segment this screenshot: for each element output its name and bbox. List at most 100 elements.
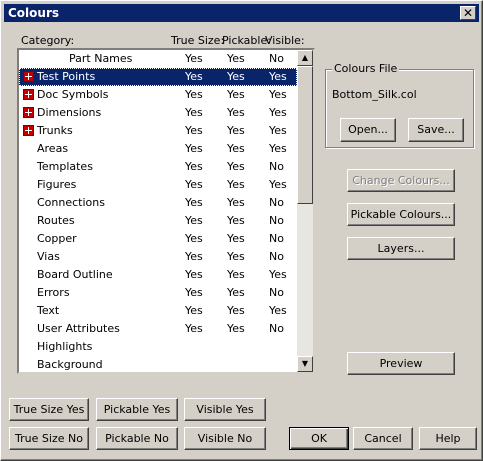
close-button[interactable]: ✕ xyxy=(460,6,476,20)
item-pickable: Yes xyxy=(227,160,245,173)
list-item[interactable]: Figures Yes Yes Yes xyxy=(19,176,297,194)
list-item[interactable]: Vias Yes Yes No xyxy=(19,248,297,266)
pickable-colours-button[interactable]: Pickable Colours... xyxy=(347,203,455,226)
item-visible: Yes xyxy=(269,178,287,191)
help-button[interactable]: Help xyxy=(419,427,477,450)
item-name: Trunks xyxy=(37,124,73,137)
list-item[interactable]: Part Names Yes Yes No xyxy=(19,50,297,68)
visible-no-label: Visible No xyxy=(197,432,253,445)
item-true-size: Yes xyxy=(185,124,203,137)
item-true-size: Yes xyxy=(185,196,203,209)
expand-plus-icon[interactable] xyxy=(23,89,34,100)
item-pickable: Yes xyxy=(227,52,245,65)
open-button[interactable]: Open... xyxy=(340,118,396,142)
close-icon: ✕ xyxy=(462,6,474,20)
item-true-size: Yes xyxy=(185,232,203,245)
list-item[interactable]: Copper Yes Yes No xyxy=(19,230,297,248)
preview-button[interactable]: Preview xyxy=(347,352,455,375)
item-name: Board Outline xyxy=(37,268,113,281)
pickable-no-button[interactable]: Pickable No xyxy=(96,427,178,450)
item-pickable: Yes xyxy=(227,196,245,209)
save-button[interactable]: Save... xyxy=(408,118,464,142)
scroll-down-arrow-icon[interactable]: ▼ xyxy=(297,356,313,372)
list-item[interactable]: Background xyxy=(19,356,297,372)
ok-button[interactable]: OK xyxy=(289,427,349,450)
category-header: Category: xyxy=(21,34,75,47)
list-item[interactable]: Connections Yes Yes No xyxy=(19,194,297,212)
list-item[interactable]: Dimensions Yes Yes Yes xyxy=(19,104,297,122)
expand-plus-icon[interactable] xyxy=(23,71,34,82)
list-item[interactable]: Highlights xyxy=(19,338,297,356)
item-name: Text xyxy=(37,304,60,317)
true-size-no-button[interactable]: True Size No xyxy=(9,427,89,450)
item-pickable: Yes xyxy=(227,142,245,155)
open-button-label: Open... xyxy=(348,123,388,136)
list-item[interactable]: User Attributes Yes Yes No xyxy=(19,320,297,338)
item-visible: No xyxy=(269,322,284,335)
item-true-size: Yes xyxy=(185,160,203,173)
help-label: Help xyxy=(435,432,461,445)
item-true-size: Yes xyxy=(185,70,203,83)
item-visible: No xyxy=(269,214,284,227)
true-size-header: True Size: xyxy=(171,34,225,47)
item-visible: No xyxy=(269,250,284,263)
pickable-yes-label: Pickable Yes xyxy=(103,403,171,416)
visible-yes-label: Visible Yes xyxy=(196,403,254,416)
category-list[interactable]: Part Names Yes Yes No Test Points Yes Yes Yes Do… xyxy=(17,48,315,374)
colours-filename: Bottom_Silk.col xyxy=(332,88,417,101)
list-item[interactable]: Text Yes Yes Yes xyxy=(19,302,297,320)
list-item[interactable]: Doc Symbols Yes Yes Yes xyxy=(19,86,297,104)
item-pickable: Yes xyxy=(227,232,245,245)
list-item[interactable]: Routes Yes Yes No xyxy=(19,212,297,230)
item-name: Templates xyxy=(37,160,93,173)
item-pickable: Yes xyxy=(227,286,245,299)
title-bar: Colours ✕ xyxy=(4,4,479,22)
ok-label: OK xyxy=(311,432,327,445)
scroll-up-arrow-icon[interactable]: ▲ xyxy=(297,50,313,66)
item-name: Test Points xyxy=(37,70,96,83)
cancel-button[interactable]: Cancel xyxy=(353,427,413,450)
item-true-size: Yes xyxy=(185,214,203,227)
item-visible: Yes xyxy=(269,70,287,83)
item-name: Doc Symbols xyxy=(37,88,109,101)
item-name: Part Names xyxy=(69,52,133,65)
pickable-colours-label: Pickable Colours... xyxy=(350,208,452,221)
cancel-label: Cancel xyxy=(364,432,402,445)
item-true-size: Yes xyxy=(185,322,203,335)
change-colours-button[interactable]: Change Colours... xyxy=(347,169,455,192)
item-true-size: Yes xyxy=(185,106,203,119)
item-true-size: Yes xyxy=(185,142,203,155)
item-name: Routes xyxy=(37,214,75,227)
visible-no-button[interactable]: Visible No xyxy=(184,427,266,450)
list-item[interactable]: Board Outline Yes Yes Yes xyxy=(19,266,297,284)
scroll-thumb[interactable] xyxy=(297,66,313,204)
item-visible: Yes xyxy=(269,88,287,101)
item-name: Errors xyxy=(37,286,70,299)
list-item[interactable]: Test Points Yes Yes Yes xyxy=(19,68,297,86)
item-name: Vias xyxy=(37,250,60,263)
window-title: Colours xyxy=(8,6,60,20)
list-item[interactable]: Templates Yes Yes No xyxy=(19,158,297,176)
item-pickable: Yes xyxy=(227,214,245,227)
list-item[interactable]: Areas Yes Yes Yes xyxy=(19,140,297,158)
true-size-yes-button[interactable]: True Size Yes xyxy=(9,398,89,421)
item-pickable: Yes xyxy=(227,268,245,281)
item-visible: No xyxy=(269,286,284,299)
visible-yes-button[interactable]: Visible Yes xyxy=(184,398,266,421)
item-pickable: Yes xyxy=(227,178,245,191)
item-pickable: Yes xyxy=(227,322,245,335)
list-item[interactable]: Errors Yes Yes No xyxy=(19,284,297,302)
item-true-size: Yes xyxy=(185,286,203,299)
layers-button[interactable]: Layers... xyxy=(347,237,455,260)
item-visible: Yes xyxy=(269,268,287,281)
visible-header: Visible: xyxy=(265,34,305,47)
pickable-yes-button[interactable]: Pickable Yes xyxy=(96,398,178,421)
list-item[interactable]: Trunks Yes Yes Yes xyxy=(19,122,297,140)
expand-plus-icon[interactable] xyxy=(23,107,34,118)
item-name: Figures xyxy=(37,178,77,191)
item-name: Areas xyxy=(37,142,69,155)
list-scrollbar[interactable]: ▲ ▼ xyxy=(297,50,313,372)
save-button-label: Save... xyxy=(417,123,455,136)
layers-label: Layers... xyxy=(377,242,425,255)
expand-plus-icon[interactable] xyxy=(23,125,34,136)
